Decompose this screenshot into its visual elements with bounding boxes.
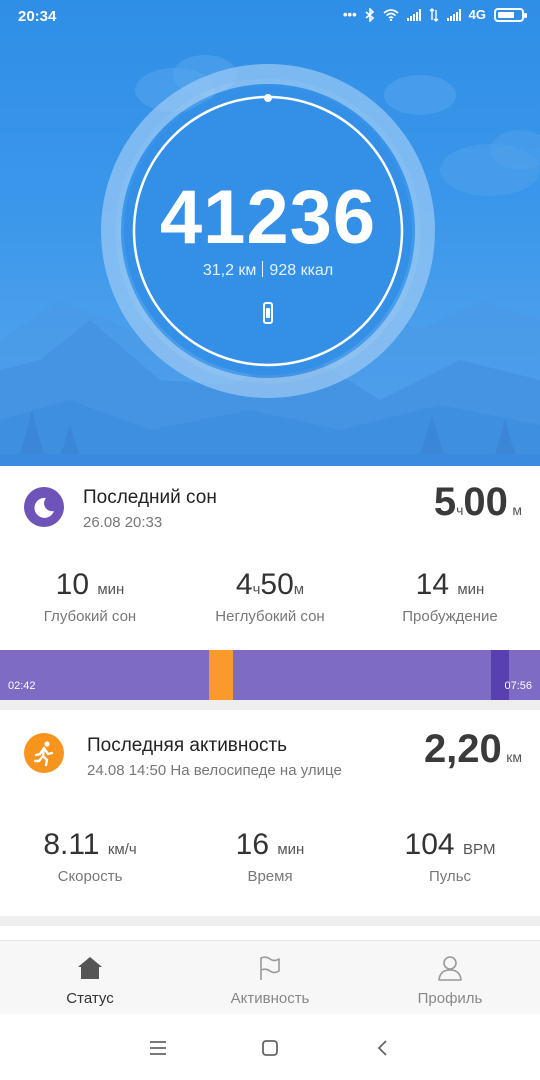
activity-distance: 2,20 км [424,727,522,772]
bottom-nav: Статус Активность Профиль [0,940,540,1014]
activity-distance-value: 2,20 [423,727,502,771]
sleep-datetime: 26.08 20:33 [83,514,163,531]
running-icon [24,733,64,773]
sleep-total: 5ч00 м [434,480,522,525]
deep-segment [491,650,509,700]
pulse-label: Пульс [428,868,472,885]
status-icons: ••• 4G [343,7,527,22]
steps-hero: 20:34 ••• 4G 41236 31,2 км 928 ккал [0,0,540,466]
card-divider-2 [0,916,540,926]
distance-calories: 31,2 км 928 ккал [101,261,435,280]
sleep-minutes-unit: м [512,502,522,518]
awake-segment [209,650,233,700]
light-sleep-label: Неглубокий сон [215,608,325,625]
nav-activity-label: Активность [230,990,310,1007]
status-bar: 20:34 ••• 4G [0,0,540,32]
sleep-hours: 5 [433,480,457,524]
data-transfer-icon [429,7,439,22]
home-icon [78,957,102,979]
menu-icon[interactable] [149,1040,167,1056]
home-square-icon[interactable] [261,1039,279,1057]
pulse-unit: BPM [462,841,496,858]
timeline-start: 02:42 [8,680,36,692]
profile-icon [438,956,462,981]
time-value: 16 [235,828,270,861]
nav-activity[interactable]: Активность [180,941,360,1015]
steps-count: 41236 [159,175,377,260]
nav-profile[interactable]: Профиль [360,941,540,1015]
nav-status-label: Статус [66,990,114,1007]
timeline-end: 07:56 [504,680,532,692]
speed-label: Скорость [57,868,123,885]
light-sleep-minutes: 50 [260,568,294,601]
light-sleep-stat: 4ч50м Неглубокий сон [180,568,360,625]
pulse-value: 104 [404,828,455,861]
distance-value: 31,2 км [202,262,257,279]
system-nav-bar [0,1014,540,1080]
bluetooth-icon [365,7,374,22]
sleep-minutes: 00 [463,480,508,524]
sleep-timeline[interactable]: 02:42 07:56 [0,650,540,700]
separator [262,261,264,277]
dots-icon: ••• [343,7,357,22]
signal-icon-2 [446,8,461,21]
nav-profile-label: Профиль [417,990,483,1007]
battery-icon [494,7,527,22]
signal-icon [406,8,421,21]
speed-stat: 8.11 км/ч Скорость [0,828,180,885]
calories-value: 928 ккал [269,262,334,279]
sleep-title: Последний сон [83,487,217,508]
deep-sleep-value: 10 [55,568,90,601]
activity-title: Последняя активность [87,735,288,756]
awake-stat: 14 мин Пробуждение [360,568,540,625]
light-sleep-minutes-unit: м [293,581,305,598]
svg-text:z: z [48,499,52,507]
activity-distance-unit: км [506,749,522,765]
band-icon [263,302,273,324]
flag-icon [260,956,280,980]
next-card-edge [0,926,540,940]
deep-sleep-unit: мин [97,581,125,598]
back-icon[interactable] [376,1039,390,1057]
time-unit: мин [277,841,305,858]
pulse-stat: 104 BPM Пульс [360,828,540,885]
steps-ring[interactable]: 41236 31,2 км 928 ккал [101,64,435,398]
card-divider [0,700,540,710]
moon-icon: z [24,487,64,527]
deep-sleep-stat: 10 мин Глубокий сон [0,568,180,625]
awake-label: Пробуждение [402,608,498,625]
activity-subtitle: 24.08 14:50 На велосипеде на улице [87,762,342,779]
light-sleep-hours: 4 [235,568,253,601]
status-time: 20:34 [18,8,57,25]
deep-sleep-label: Глубокий сон [43,608,137,625]
awake-unit: мин [457,581,485,598]
nav-status[interactable]: Статус [0,941,180,1015]
wifi-icon [383,8,399,21]
awake-value: 14 [415,568,450,601]
time-stat: 16 мин Время [180,828,360,885]
speed-unit: км/ч [107,841,137,858]
speed-value: 8.11 [43,828,100,861]
network-type: 4G [468,7,486,22]
time-label: Время [247,868,293,885]
